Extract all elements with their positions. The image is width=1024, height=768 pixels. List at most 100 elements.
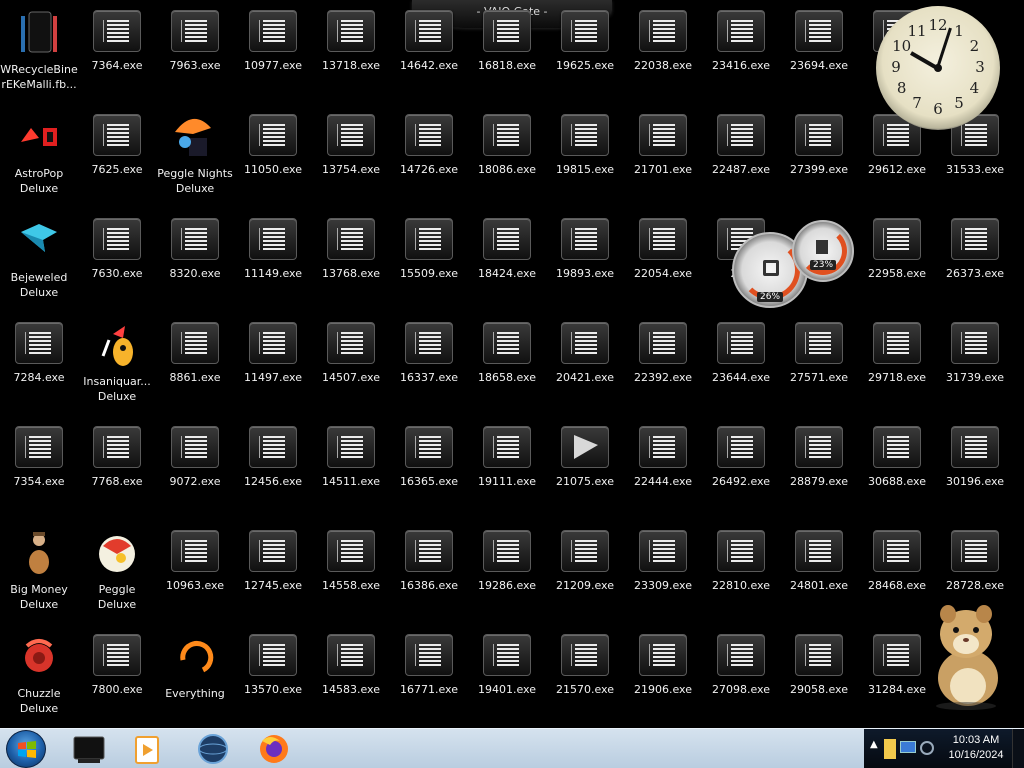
desktop-icon[interactable]: 16771.exe: [390, 626, 468, 726]
desktop-icon[interactable]: Big Money Deluxe: [0, 522, 78, 622]
taskbar-app-firefox[interactable]: [250, 731, 298, 767]
desktop-icon[interactable]: 31284.exe: [858, 626, 936, 726]
clock-gadget[interactable]: 12 1 2 3 4 5 6 7 8 9 10 11: [876, 6, 1000, 130]
network-icon[interactable]: [884, 739, 896, 759]
desktop-icon[interactable]: 21906.exe: [624, 626, 702, 726]
show-hidden-icons-icon[interactable]: ▲: [870, 739, 878, 750]
desktop-icon[interactable]: 22810.exe: [702, 522, 780, 622]
desktop-icon[interactable]: 12456.exe: [234, 418, 312, 518]
desktop-icon[interactable]: 10977.exe: [234, 2, 312, 102]
desktop-icon[interactable]: 16386.exe: [390, 522, 468, 622]
desktop-icon[interactable]: 11497.exe: [234, 314, 312, 414]
desktop-icon[interactable]: 22958.exe: [858, 210, 936, 310]
desktop-icon[interactable]: 31739.exe: [936, 314, 1014, 414]
desktop-icon[interactable]: 23644.exe: [702, 314, 780, 414]
start-button[interactable]: [6, 730, 46, 768]
desktop-icon[interactable]: 19401.exe: [468, 626, 546, 726]
taskbar-clock[interactable]: 10:03 AM 10/16/2024: [944, 733, 1008, 763]
desktop-icon[interactable]: 23694.exe: [780, 2, 858, 102]
desktop-icon[interactable]: 27571.exe: [780, 314, 858, 414]
desktop-icon[interactable]: 11149.exe: [234, 210, 312, 310]
hamster-gadget[interactable]: [926, 600, 1010, 710]
taskbar-app-vaio[interactable]: [188, 731, 236, 767]
desktop-icon[interactable]: Chuzzle Deluxe: [0, 626, 78, 726]
desktop-icon[interactable]: 7630.exe: [78, 210, 156, 310]
desktop-icon[interactable]: Bejeweled Deluxe: [0, 210, 78, 310]
desktop-icon[interactable]: 18424.exe: [468, 210, 546, 310]
desktop-icon[interactable]: 14583.exe: [312, 626, 390, 726]
desktop-icon[interactable]: 13570.exe: [234, 626, 312, 726]
taskbar-app-desktop[interactable]: [64, 731, 112, 767]
desktop-icon[interactable]: 21075.exe: [546, 418, 624, 518]
desktop-icon[interactable]: 27098.exe: [702, 626, 780, 726]
desktop-icon[interactable]: 13768.exe: [312, 210, 390, 310]
desktop-icon[interactable]: 14642.exe: [390, 2, 468, 102]
desktop-icon[interactable]: 19286.exe: [468, 522, 546, 622]
desktop-icon[interactable]: 9072.exe: [156, 418, 234, 518]
cpu-meter-gadget[interactable]: 26% 23%: [732, 218, 856, 310]
exe-file-icon: [405, 426, 453, 468]
desktop-icon[interactable]: AstroPop Deluxe: [0, 106, 78, 206]
desktop-icon[interactable]: 22054.exe: [624, 210, 702, 310]
desktop-icon[interactable]: Insaniquar... Deluxe: [78, 314, 156, 414]
desktop-icon[interactable]: 22392.exe: [624, 314, 702, 414]
desktop-icon[interactable]: WRecycleBine rEKeMalli.fb...: [0, 2, 78, 102]
desktop-icon[interactable]: 22487.exe: [702, 106, 780, 206]
exe-corner: [805, 644, 808, 666]
desktop-icon[interactable]: 22038.exe: [624, 2, 702, 102]
desktop-icon[interactable]: 23416.exe: [702, 2, 780, 102]
desktop-icon[interactable]: 14558.exe: [312, 522, 390, 622]
desktop-icon[interactable]: 29058.exe: [780, 626, 858, 726]
desktop-icon[interactable]: 7768.exe: [78, 418, 156, 518]
desktop-icon[interactable]: 21209.exe: [546, 522, 624, 622]
desktop-icon[interactable]: 12745.exe: [234, 522, 312, 622]
desktop-icon[interactable]: 30196.exe: [936, 418, 1014, 518]
desktop-icon[interactable]: 8320.exe: [156, 210, 234, 310]
desktop-icon[interactable]: 23309.exe: [624, 522, 702, 622]
desktop-icon[interactable]: 26492.exe: [702, 418, 780, 518]
desktop-icon-label: 8861.exe: [169, 371, 221, 384]
desktop-icon[interactable]: 16337.exe: [390, 314, 468, 414]
show-desktop-button[interactable]: [1012, 729, 1024, 768]
desktop-icon[interactable]: 18086.exe: [468, 106, 546, 206]
taskbar-app-media[interactable]: [124, 731, 172, 767]
desktop-icon[interactable]: 11050.exe: [234, 106, 312, 206]
desktop-icon[interactable]: 7354.exe: [0, 418, 78, 518]
desktop-icon[interactable]: 7800.exe: [78, 626, 156, 726]
desktop-icon[interactable]: 26373.exe: [936, 210, 1014, 310]
desktop-icon[interactable]: 16365.exe: [390, 418, 468, 518]
desktop-icon[interactable]: 14511.exe: [312, 418, 390, 518]
desktop-icon[interactable]: 30688.exe: [858, 418, 936, 518]
desktop-icon[interactable]: 27399.exe: [780, 106, 858, 206]
desktop-icon[interactable]: 28879.exe: [780, 418, 858, 518]
desktop-icon[interactable]: 19893.exe: [546, 210, 624, 310]
desktop-icon[interactable]: Everything: [156, 626, 234, 726]
desktop-icon[interactable]: 28468.exe: [858, 522, 936, 622]
desktop-icon[interactable]: 15509.exe: [390, 210, 468, 310]
desktop-icon[interactable]: 21570.exe: [546, 626, 624, 726]
desktop-icon[interactable]: Peggle Nights Deluxe: [156, 106, 234, 206]
desktop-icon[interactable]: 18658.exe: [468, 314, 546, 414]
desktop-icon[interactable]: 8861.exe: [156, 314, 234, 414]
desktop-icon[interactable]: 16818.exe: [468, 2, 546, 102]
desktop-icon[interactable]: 19111.exe: [468, 418, 546, 518]
desktop-icon[interactable]: 24801.exe: [780, 522, 858, 622]
desktop-icon[interactable]: 21701.exe: [624, 106, 702, 206]
desktop-icon[interactable]: 20421.exe: [546, 314, 624, 414]
desktop-icon[interactable]: 7963.exe: [156, 2, 234, 102]
desktop-icon[interactable]: 19815.exe: [546, 106, 624, 206]
desktop-icon[interactable]: 7625.exe: [78, 106, 156, 206]
desktop-icon[interactable]: 7364.exe: [78, 2, 156, 102]
desktop-icon[interactable]: 10963.exe: [156, 522, 234, 622]
desktop-icon[interactable]: Peggle Deluxe: [78, 522, 156, 622]
desktop-icon[interactable]: 14507.exe: [312, 314, 390, 414]
desktop-icon[interactable]: 22444.exe: [624, 418, 702, 518]
desktop-icon[interactable]: 29718.exe: [858, 314, 936, 414]
desktop-icon[interactable]: 13718.exe: [312, 2, 390, 102]
desktop-icon[interactable]: 7284.exe: [0, 314, 78, 414]
desktop-icon[interactable]: 19625.exe: [546, 2, 624, 102]
volume-icon[interactable]: [920, 741, 934, 755]
desktop-icon[interactable]: 14726.exe: [390, 106, 468, 206]
monitor-tray-icon[interactable]: [900, 741, 916, 753]
desktop-icon[interactable]: 13754.exe: [312, 106, 390, 206]
